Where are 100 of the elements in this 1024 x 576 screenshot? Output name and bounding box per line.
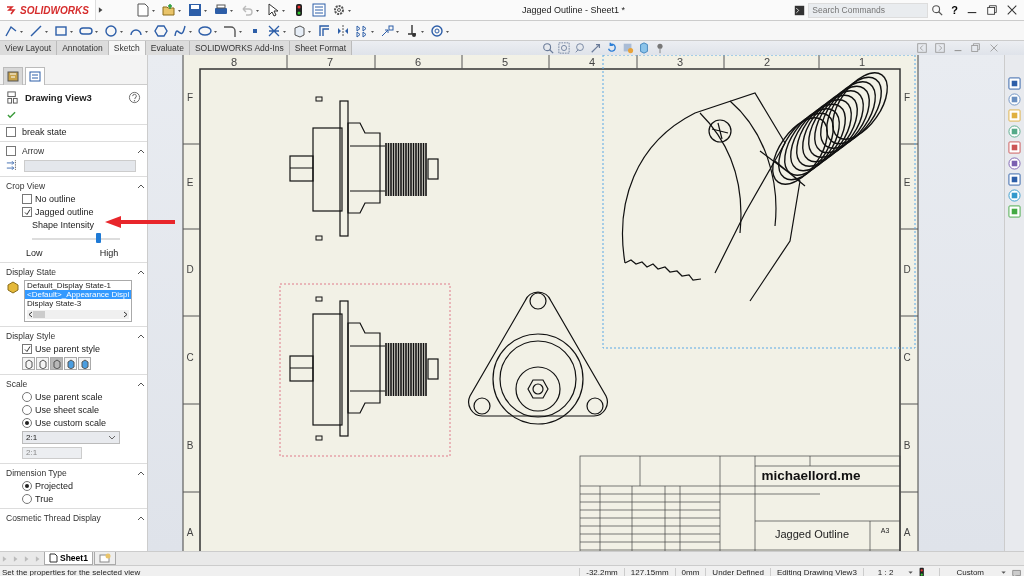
sheet-scale[interactable]: 1 : 2: [862, 568, 908, 576]
relation-button[interactable]: [405, 23, 425, 38]
print-button[interactable]: [214, 3, 234, 17]
collapse-icon[interactable]: [136, 268, 147, 276]
previous-view-icon[interactable]: [574, 42, 587, 54]
radio-button[interactable]: [22, 392, 32, 402]
ribbon-tab[interactable]: View Layout: [0, 41, 58, 55]
ribbon-tab[interactable]: SOLIDWORKS Add-Ins: [189, 41, 290, 55]
zone-label: C: [186, 352, 194, 363]
search-icon[interactable]: [931, 4, 944, 16]
move-button[interactable]: [380, 23, 400, 38]
select-cursor-button[interactable]: [266, 3, 286, 17]
panel-title: Drawing View3: [25, 92, 92, 103]
help-button[interactable]: ?: [951, 4, 958, 16]
intensity-slider[interactable]: [32, 233, 121, 245]
mirror-button[interactable]: [336, 23, 350, 38]
zone-label: 7: [326, 56, 334, 68]
sheet-tab[interactable]: Sheet1: [44, 552, 93, 565]
ellipse-button[interactable]: [198, 23, 218, 38]
smart-dimension-button[interactable]: [4, 23, 24, 38]
slider-thumb[interactable]: [96, 233, 102, 243]
zone-label: 3: [676, 56, 684, 68]
task-pane-icon[interactable]: [1008, 93, 1021, 106]
trim-button[interactable]: [267, 23, 287, 38]
task-pane-icon[interactable]: [1008, 205, 1021, 218]
circle-button[interactable]: [104, 23, 124, 38]
scroll-right-icon[interactable]: [123, 311, 130, 318]
display-style-button[interactable]: [36, 357, 49, 370]
option-label: Projected: [35, 481, 74, 491]
checkbox[interactable]: [22, 344, 32, 354]
settings-button[interactable]: [332, 3, 352, 17]
pattern-button[interactable]: [355, 23, 375, 38]
slider-min-label: Low: [26, 248, 43, 258]
search-field[interactable]: Search Commands: [808, 2, 929, 18]
add-sheet-tab[interactable]: [93, 552, 116, 565]
fillet-button[interactable]: [223, 23, 243, 38]
task-pane-icon[interactable]: [1008, 173, 1021, 186]
ok-check-icon[interactable]: [6, 110, 17, 120]
window-title: Jagged Outline - Sheet1 *: [522, 5, 626, 15]
open-folder-button[interactable]: [162, 3, 182, 17]
polygon-button[interactable]: [154, 23, 168, 38]
display-style-button[interactable]: [50, 357, 63, 370]
offset-button[interactable]: [317, 23, 331, 38]
help-icon[interactable]: [128, 91, 141, 104]
save-button[interactable]: [188, 3, 208, 17]
collapse-icon[interactable]: [136, 147, 147, 155]
task-pane-icon[interactable]: [1008, 189, 1021, 202]
radio-button[interactable]: [22, 494, 32, 504]
ribbon-tab[interactable]: Evaluate: [145, 41, 190, 55]
sheet-icon: [49, 553, 58, 563]
box-button[interactable]: [292, 23, 312, 38]
scroll-left-icon[interactable]: [27, 311, 33, 318]
pan-icon[interactable]: [590, 42, 603, 54]
zone-label: 2: [763, 56, 771, 68]
display-style-button[interactable]: [78, 357, 91, 370]
close-icon[interactable]: [1006, 4, 1018, 16]
collapse-icon[interactable]: [136, 332, 147, 340]
panel-tab[interactable]: [25, 67, 45, 85]
horizontal-scrollbar[interactable]: [27, 310, 130, 319]
zone-label: E: [903, 177, 911, 188]
panel-tab[interactable]: [3, 67, 23, 85]
collapse-icon[interactable]: [136, 469, 147, 477]
option-label: Use parent style: [35, 344, 101, 354]
collapse-icon[interactable]: [136, 514, 147, 522]
radio-button[interactable]: [22, 481, 32, 491]
ribbon-tab[interactable]: Sheet Format: [289, 41, 353, 55]
restore-icon[interactable]: [986, 4, 998, 16]
display-style-button[interactable]: [64, 357, 77, 370]
collapse-icon[interactable]: [136, 380, 147, 388]
list-item[interactable]: Default_Display State-1: [25, 281, 132, 290]
display-state-list[interactable]: Default_Display State-1 <Default>_Appearance Displ Display State-3: [24, 280, 133, 322]
task-pane-icon[interactable]: [1008, 125, 1021, 138]
task-pane-icon[interactable]: [1008, 141, 1021, 154]
radio-button[interactable]: [22, 405, 32, 415]
new-document-button[interactable]: [136, 3, 156, 17]
rectangle-button[interactable]: [54, 23, 74, 38]
label-field[interactable]: [24, 159, 137, 172]
option-label: Use sheet scale: [35, 405, 100, 415]
checkbox[interactable]: [22, 207, 32, 217]
spline-button[interactable]: [173, 23, 193, 38]
checkbox[interactable]: [22, 194, 32, 204]
list-item[interactable]: Display State-3: [25, 299, 132, 308]
task-pane-icon[interactable]: [1008, 157, 1021, 170]
caret-icon: [108, 435, 117, 440]
options-list-icon[interactable]: [312, 3, 326, 17]
task-pane-icon[interactable]: [1008, 77, 1021, 90]
radio-button[interactable]: [22, 418, 32, 428]
collapse-icon[interactable]: [136, 182, 147, 190]
ribbon-tab[interactable]: Sketch: [108, 41, 146, 55]
unit-system[interactable]: Custom: [939, 568, 1000, 576]
zoom-area-icon[interactable]: [558, 42, 571, 54]
ribbon-tab[interactable]: Annotation: [57, 41, 109, 55]
checkbox[interactable]: [6, 146, 16, 156]
display-style-button[interactable]: [22, 357, 35, 370]
line-button[interactable]: [29, 23, 49, 38]
repair-button[interactable]: [430, 23, 450, 38]
scale-dropdown[interactable]: 2:1: [22, 431, 121, 444]
zoom-fit-icon[interactable]: [542, 42, 555, 54]
checkbox[interactable]: [6, 127, 16, 137]
rotate-icon[interactable]: [606, 42, 619, 54]
